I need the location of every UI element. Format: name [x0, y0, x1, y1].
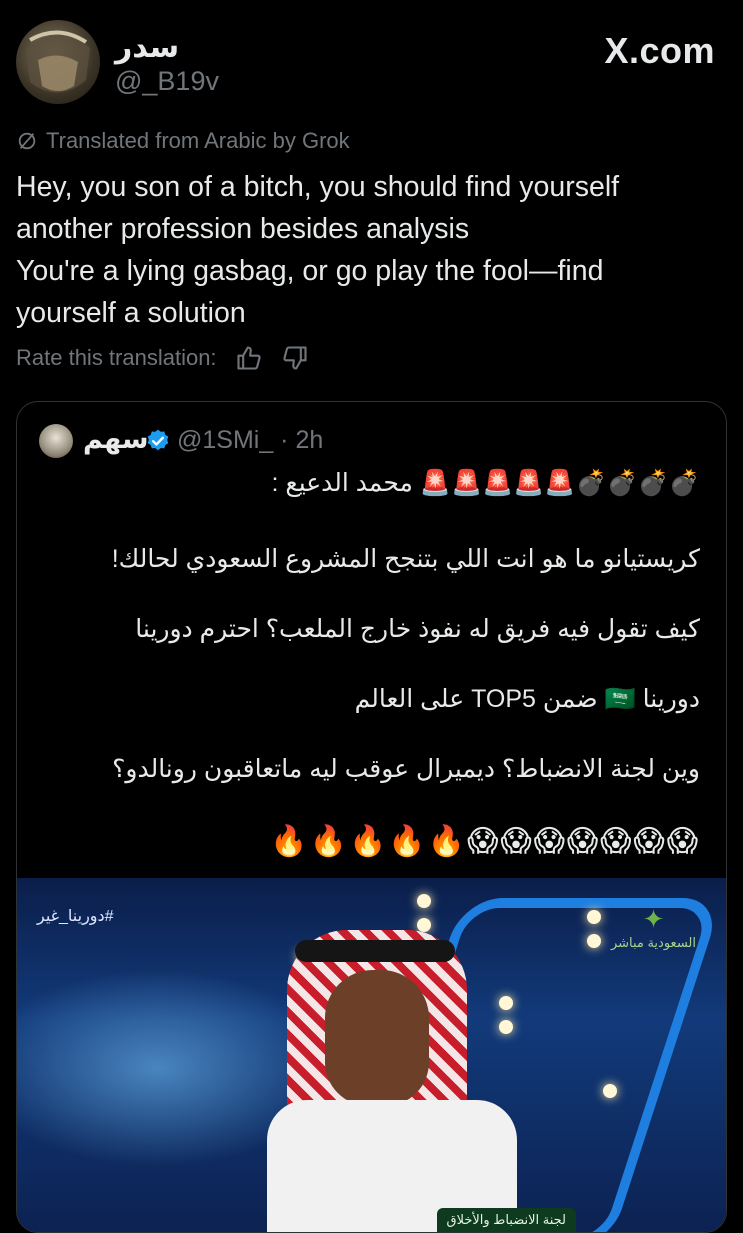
translated-line: Hey, you son of a bitch, you should find… [16, 171, 620, 203]
translated-text: Hey, you son of a bitch, you should find… [16, 166, 716, 334]
translate-slash-icon [18, 132, 36, 150]
quoted-media-video[interactable]: #دورينا_غير ✦ السعودية مباشر لجنة الانضب… [17, 878, 726, 1232]
quoted-emoji-line: 😱😱😱😱😱😱😱🔥🔥🔥🔥🔥 [270, 825, 700, 858]
rate-label: Rate this translation: [16, 345, 217, 370]
translated-from-label: Translated from Arabic by Grok [16, 128, 350, 154]
brand-logo: X.com [604, 30, 715, 71]
author-display-name[interactable]: سدر [115, 30, 179, 65]
tweet: سدر @_B19v X.com Translated from Arabic … [0, 0, 743, 1233]
verified-badge-icon [147, 429, 169, 451]
lower-third-caption: لجنة الانضباط والأخلاق [436, 1208, 576, 1232]
quoted-handle-time[interactable]: @1SMi_ · 2h [177, 426, 323, 455]
speaker-face [325, 970, 429, 1106]
media-hashtag: #دورينا_غير [37, 908, 114, 925]
thumbs-down-icon[interactable] [281, 344, 309, 372]
translated-line: yourself a solution [16, 297, 246, 329]
thumbs-up-icon[interactable] [235, 344, 263, 372]
quoted-tweet[interactable]: سهم @1SMi_ · 2h 💣💣💣💣🚨🚨🚨🚨🚨 محمد الدعيع : … [16, 401, 727, 1233]
quoted-line: كيف تقول فيه فريق له نفوذ خارج الملعب؟ ا… [135, 615, 700, 643]
author-avatar[interactable] [16, 20, 100, 104]
agal [295, 940, 455, 962]
studio-light [587, 910, 601, 924]
translated-line: another profession besides analysis [16, 213, 470, 245]
quoted-author-name[interactable]: سهم [83, 424, 149, 455]
speaker-figure [247, 930, 547, 1232]
quoted-line: وين لجنة الانضباط؟ ديميرال عوقب ليه ماتع… [112, 755, 700, 783]
studio-light [603, 1084, 617, 1098]
studio-light [587, 934, 601, 948]
translated-line: You're a lying gasbag, or go play the fo… [16, 255, 604, 287]
quoted-line: كريستيانو ما هو انت اللي بتنجح المشروع ا… [111, 545, 700, 573]
quoted-line: دورينا 🇸🇦 ضمن TOP5 على العالم [354, 685, 700, 713]
studio-light [417, 894, 431, 908]
translated-label-text: Translated from Arabic by Grok [46, 128, 350, 153]
channel-name: السعودية مباشر [610, 935, 696, 950]
rate-translation: Rate this translation: [16, 344, 309, 372]
channel-logo: ✦ السعودية مباشر [611, 904, 696, 951]
author-handle[interactable]: @_B19v [115, 66, 219, 97]
palm-swords-icon: ✦ [642, 904, 665, 934]
quoted-line: 💣💣💣💣🚨🚨🚨🚨🚨 محمد الدعيع : [271, 469, 701, 497]
quoted-author-avatar[interactable] [39, 424, 73, 458]
